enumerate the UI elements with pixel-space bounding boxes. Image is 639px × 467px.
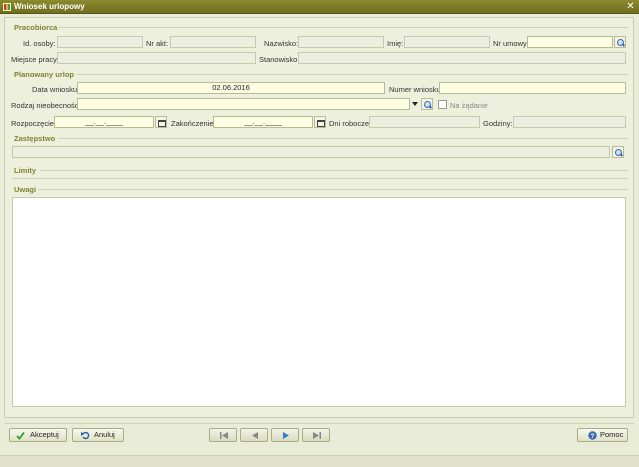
section-substitution-title: Zastępstwo bbox=[14, 134, 56, 143]
position-label: Stanowisko: bbox=[259, 55, 300, 64]
nr-akt-field bbox=[170, 36, 256, 48]
next-record-button[interactable] bbox=[271, 428, 299, 442]
start-date-input[interactable]: __.__.____ bbox=[54, 116, 154, 128]
section-divider bbox=[58, 27, 628, 28]
previous-record-button[interactable] bbox=[240, 428, 268, 442]
id-label: Id. osoby: bbox=[23, 39, 56, 48]
workdays-field bbox=[369, 116, 480, 128]
request-date-input[interactable]: 02.06.2016 bbox=[77, 82, 385, 94]
notes-textarea[interactable] bbox=[12, 197, 626, 407]
cancel-label: Anuluj bbox=[94, 430, 115, 439]
first-record-button[interactable] bbox=[209, 428, 237, 442]
help-button[interactable]: ? Pomoc bbox=[577, 428, 628, 442]
substitute-field bbox=[12, 146, 610, 158]
end-calendar-icon[interactable] bbox=[314, 116, 326, 128]
first-icon bbox=[220, 432, 228, 441]
last-record-button[interactable] bbox=[302, 428, 330, 442]
request-date-label: Data wniosku: bbox=[32, 85, 80, 94]
help-icon: ? bbox=[588, 431, 597, 440]
app-icon bbox=[3, 3, 11, 11]
svg-text:?: ? bbox=[591, 433, 595, 440]
section-divider bbox=[40, 170, 628, 171]
on-demand-checkbox[interactable] bbox=[438, 100, 447, 109]
request-number-input[interactable] bbox=[439, 82, 626, 94]
surname-label: Nazwisko: bbox=[264, 39, 299, 48]
name-field bbox=[404, 36, 490, 48]
checkmark-icon bbox=[16, 431, 25, 440]
limits-panel bbox=[12, 178, 628, 179]
nr-akt-label: Nr akt: bbox=[146, 39, 169, 48]
cancel-button[interactable]: Anuluj bbox=[72, 428, 124, 442]
on-demand-label: Na żądanie bbox=[450, 101, 488, 110]
substitute-search-icon[interactable] bbox=[612, 146, 624, 158]
section-notes-title: Uwagi bbox=[14, 185, 37, 194]
request-number-label: Numer wniosku: bbox=[389, 85, 443, 94]
section-employee-title: Pracobiorca bbox=[14, 23, 58, 32]
start-date-label: Rozpoczęcie: bbox=[11, 119, 57, 128]
position-field bbox=[298, 52, 626, 64]
contract-input[interactable] bbox=[527, 36, 613, 48]
name-label: Imię: bbox=[387, 39, 404, 48]
surname-field bbox=[298, 36, 384, 48]
section-divider bbox=[38, 189, 628, 190]
accept-button[interactable]: Akceptuj bbox=[9, 428, 67, 442]
last-icon bbox=[313, 432, 321, 441]
chevron-down-icon[interactable] bbox=[411, 98, 419, 110]
hours-label: Godziny: bbox=[483, 119, 513, 128]
contract-search-icon[interactable] bbox=[614, 36, 626, 48]
next-icon bbox=[282, 432, 290, 441]
accept-label: Akceptuj bbox=[30, 430, 59, 439]
previous-icon bbox=[251, 432, 259, 441]
window-title: Wniosek urlopowy bbox=[14, 2, 85, 11]
workplace-label: Miejsce pracy: bbox=[11, 55, 59, 64]
section-limits-title: Limity bbox=[14, 166, 37, 175]
absence-type-search-icon[interactable] bbox=[421, 98, 433, 110]
end-date-label: Zakończenie: bbox=[171, 119, 216, 128]
status-bar bbox=[0, 455, 639, 467]
section-divider bbox=[58, 138, 628, 139]
hours-field bbox=[513, 116, 626, 128]
absence-type-select[interactable] bbox=[77, 98, 410, 110]
id-field bbox=[57, 36, 143, 48]
section-planned-leave-title: Planowany urlop bbox=[14, 70, 75, 79]
absence-type-label: Rodzaj nieobecności: bbox=[11, 101, 83, 110]
undo-icon bbox=[81, 431, 90, 440]
section-divider bbox=[76, 74, 628, 75]
contract-label: Nr umowy: bbox=[493, 39, 529, 48]
workdays-label: Dni robocze: bbox=[329, 119, 372, 128]
help-label: Pomoc bbox=[600, 430, 624, 439]
window-titlebar: Wniosek urlopowy ✕ bbox=[0, 0, 639, 14]
close-icon[interactable]: ✕ bbox=[624, 1, 637, 13]
start-calendar-icon[interactable] bbox=[155, 116, 167, 128]
workplace-field bbox=[57, 52, 256, 64]
end-date-input[interactable]: __.__.____ bbox=[213, 116, 313, 128]
